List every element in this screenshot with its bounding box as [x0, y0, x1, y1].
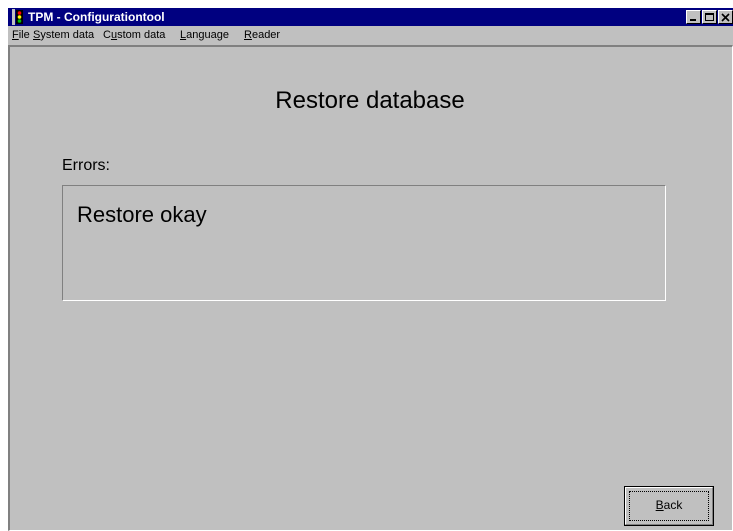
back-rest: ack: [663, 498, 683, 512]
result-message: Restore okay: [77, 202, 207, 227]
main-panel: Restore database Errors: Restore okay Ba…: [8, 45, 733, 531]
app-window: TPM - Configurationtool File System data…: [8, 8, 733, 531]
menu-reader[interactable]: Reader: [244, 26, 280, 45]
maximize-button[interactable]: [702, 10, 717, 24]
maximize-icon: [705, 13, 714, 21]
menu-system-data[interactable]: System data: [33, 26, 94, 45]
menu-system-data-rest: ystem data: [40, 29, 95, 41]
errors-label: Errors:: [62, 157, 110, 174]
menu-bar: File System data Custom data Language Re…: [8, 26, 733, 45]
page-title: Restore database: [275, 87, 465, 114]
menu-file-mnemonic: F: [12, 29, 19, 41]
close-icon: [721, 13, 730, 22]
menu-reader-rest: eader: [251, 29, 281, 41]
minimize-icon: [690, 19, 696, 21]
window-controls: [685, 10, 733, 24]
menu-custom-data[interactable]: Custom data: [103, 26, 165, 45]
menu-language-rest: anguage: [186, 29, 229, 41]
title-bar[interactable]: TPM - Configurationtool: [8, 8, 733, 26]
menu-reader-mnemonic: R: [244, 29, 252, 41]
back-button-label: Back: [625, 498, 713, 512]
menu-file[interactable]: File: [12, 26, 30, 45]
errors-output-box: Restore okay: [62, 185, 666, 301]
menu-file-rest: ile: [18, 29, 30, 41]
menu-custom-data-pre: C: [103, 29, 111, 41]
traffic-light-icon: [11, 9, 25, 25]
window-title: TPM - Configurationtool: [28, 10, 165, 24]
back-button[interactable]: Back: [624, 486, 714, 526]
minimize-button[interactable]: [686, 10, 701, 24]
back-mnemonic: B: [655, 498, 664, 512]
menu-language[interactable]: Language: [180, 26, 229, 45]
menu-custom-data-rest: stom data: [117, 29, 166, 41]
close-button[interactable]: [718, 10, 733, 24]
